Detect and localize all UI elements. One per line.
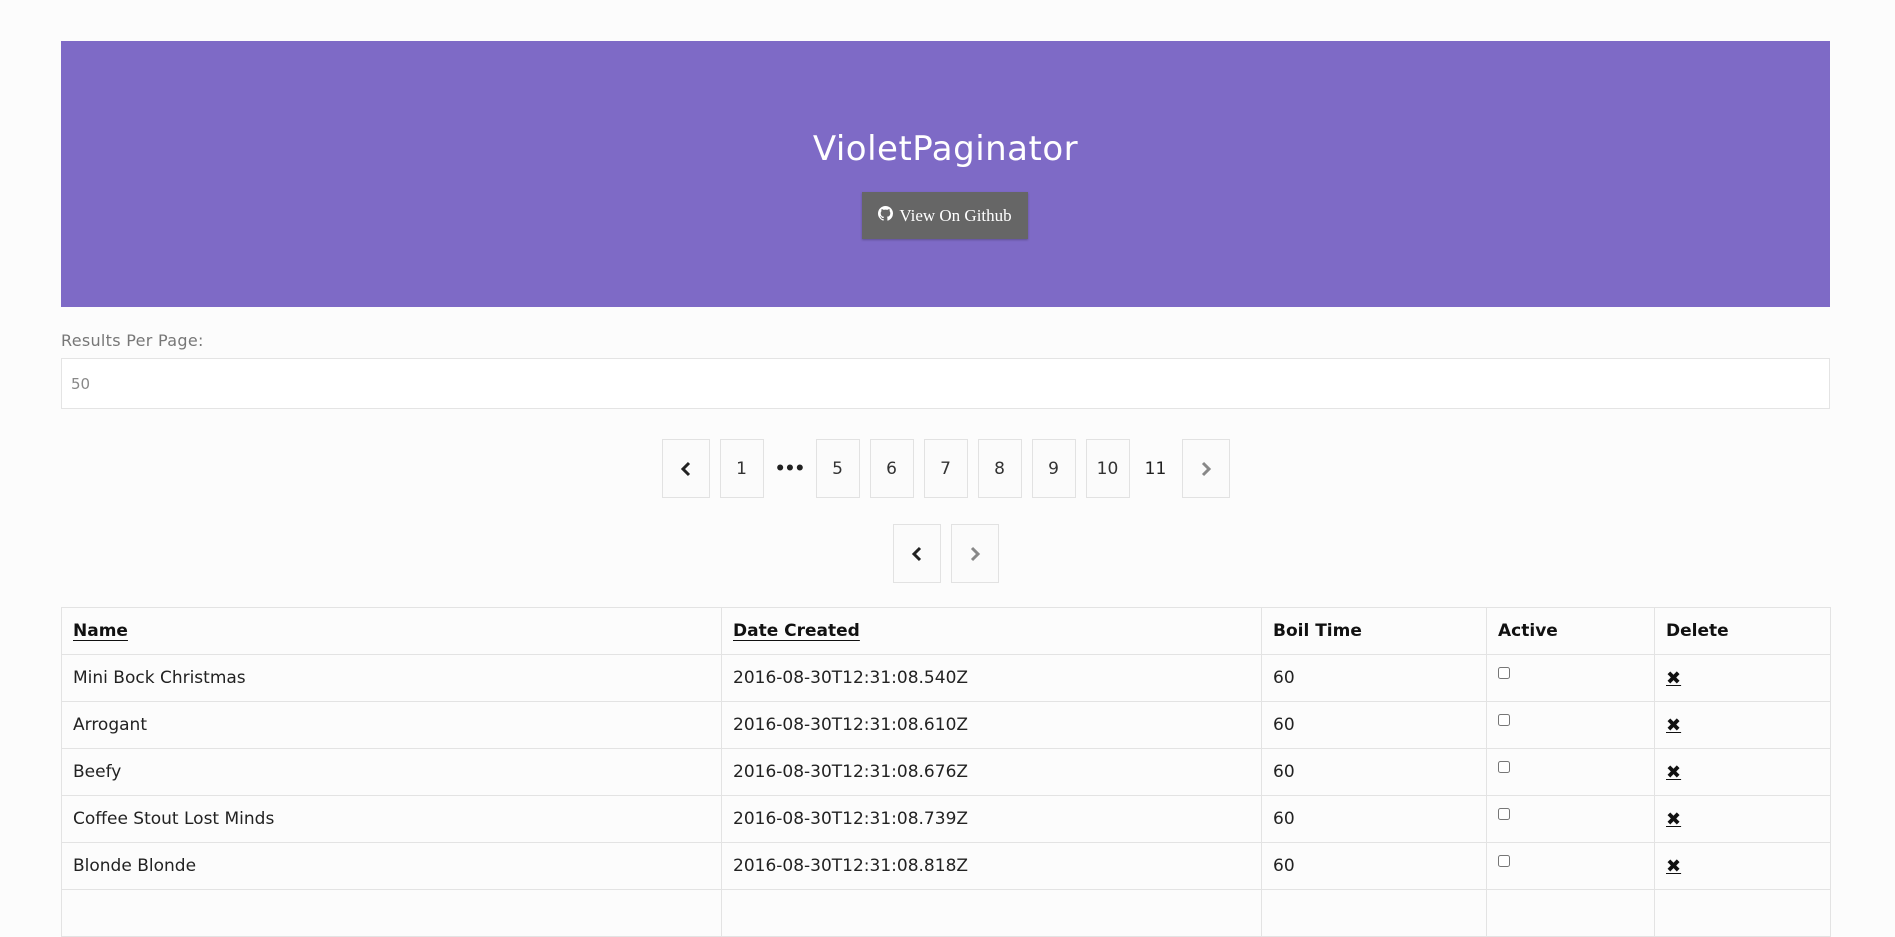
page-button-1[interactable]: 1 <box>719 439 764 498</box>
page-button-6[interactable]: 6 <box>869 439 914 498</box>
cell-active <box>1486 748 1655 796</box>
delete-icon[interactable]: ✖ <box>1666 762 1681 783</box>
delete-icon[interactable]: ✖ <box>1666 715 1681 736</box>
cell-delete: ✖ <box>1654 701 1831 749</box>
pagination-simple <box>61 524 1830 583</box>
table-row: Mini Bock Christmas 2016-08-30T12:31:08.… <box>61 654 1831 702</box>
github-button-label: View On Github <box>899 205 1012 225</box>
active-checkbox[interactable] <box>1498 761 1510 773</box>
cell-boil-time: 60 <box>1261 654 1487 702</box>
active-checkbox[interactable] <box>1498 667 1510 679</box>
next-page-button[interactable] <box>1181 439 1230 498</box>
table-row: Blonde Blonde 2016-08-30T12:31:08.818Z 6… <box>61 842 1831 890</box>
table-row: Coffee Stout Lost Minds 2016-08-30T12:31… <box>61 795 1831 843</box>
cell-active <box>1486 842 1655 890</box>
cell-name: Blonde Blonde <box>61 842 722 890</box>
cell-delete: ✖ <box>1654 795 1831 843</box>
active-checkbox[interactable] <box>1498 714 1510 726</box>
chevron-right-icon <box>970 546 980 561</box>
column-header-delete: Delete <box>1654 607 1831 655</box>
cell-boil-time: 60 <box>1261 748 1487 796</box>
table-row: Arrogant 2016-08-30T12:31:08.610Z 60 ✖ <box>61 701 1831 749</box>
cell-active <box>1486 654 1655 702</box>
column-header-boil-time: Boil Time <box>1261 607 1487 655</box>
page-container: VioletPaginator View On Github Results P… <box>61 41 1831 937</box>
chevron-right-icon <box>1201 461 1211 476</box>
cell-boil-time: 60 <box>1261 842 1487 890</box>
page-button-9[interactable]: 9 <box>1031 439 1076 498</box>
cell-name: Coffee Stout Lost Minds <box>61 795 722 843</box>
cell-name: Arrogant <box>61 701 722 749</box>
column-header-date-created[interactable]: Date Created <box>721 607 1262 655</box>
active-checkbox[interactable] <box>1498 808 1510 820</box>
page-button-10[interactable]: 10 <box>1085 439 1130 498</box>
cell-active <box>1486 701 1655 749</box>
table-header-row: Name Date Created Boil Time Active Delet… <box>61 607 1831 655</box>
cell-date-created: 2016-08-30T12:31:08.610Z <box>721 701 1262 749</box>
cell-boil-time: 60 <box>1261 795 1487 843</box>
results-per-page-input[interactable] <box>61 358 1830 409</box>
pagination-full: 1 ••• 5 6 7 8 9 10 11 <box>61 439 1830 498</box>
column-header-active: Active <box>1486 607 1655 655</box>
cell-date-created: 2016-08-30T12:31:08.540Z <box>721 654 1262 702</box>
simple-prev-button[interactable] <box>892 524 941 583</box>
prev-page-button[interactable] <box>661 439 710 498</box>
page-button-5[interactable]: 5 <box>815 439 860 498</box>
cell-boil-time: 60 <box>1261 701 1487 749</box>
delete-icon[interactable]: ✖ <box>1666 809 1681 830</box>
active-checkbox[interactable] <box>1498 855 1510 867</box>
current-page-indicator: 11 <box>1144 458 1167 479</box>
cell-delete: ✖ <box>1654 842 1831 890</box>
cell-date-created: 2016-08-30T12:31:08.818Z <box>721 842 1262 890</box>
delete-icon[interactable]: ✖ <box>1666 668 1681 689</box>
chevron-left-icon <box>680 461 690 476</box>
pagination-ellipsis: ••• <box>774 458 806 479</box>
cell-delete: ✖ <box>1654 654 1831 702</box>
page-button-8[interactable]: 8 <box>977 439 1022 498</box>
cell-name: Mini Bock Christmas <box>61 654 722 702</box>
results-table: Name Date Created Boil Time Active Delet… <box>61 607 1831 937</box>
page-title: VioletPaginator <box>812 129 1079 169</box>
cell-delete: ✖ <box>1654 748 1831 796</box>
chevron-left-icon <box>911 546 921 561</box>
hero-banner: VioletPaginator View On Github <box>61 41 1830 307</box>
table-row <box>61 889 1831 937</box>
view-on-github-button[interactable]: View On Github <box>862 192 1028 239</box>
cell-name: Beefy <box>61 748 722 796</box>
table-row: Beefy 2016-08-30T12:31:08.676Z 60 ✖ <box>61 748 1831 796</box>
cell-date-created: 2016-08-30T12:31:08.739Z <box>721 795 1262 843</box>
column-header-name[interactable]: Name <box>61 607 722 655</box>
github-icon <box>878 205 894 226</box>
cell-active <box>1486 795 1655 843</box>
page-button-7[interactable]: 7 <box>923 439 968 498</box>
simple-next-button[interactable] <box>950 524 999 583</box>
delete-icon[interactable]: ✖ <box>1666 856 1681 877</box>
results-per-page-label: Results Per Page: <box>61 331 204 350</box>
cell-date-created: 2016-08-30T12:31:08.676Z <box>721 748 1262 796</box>
